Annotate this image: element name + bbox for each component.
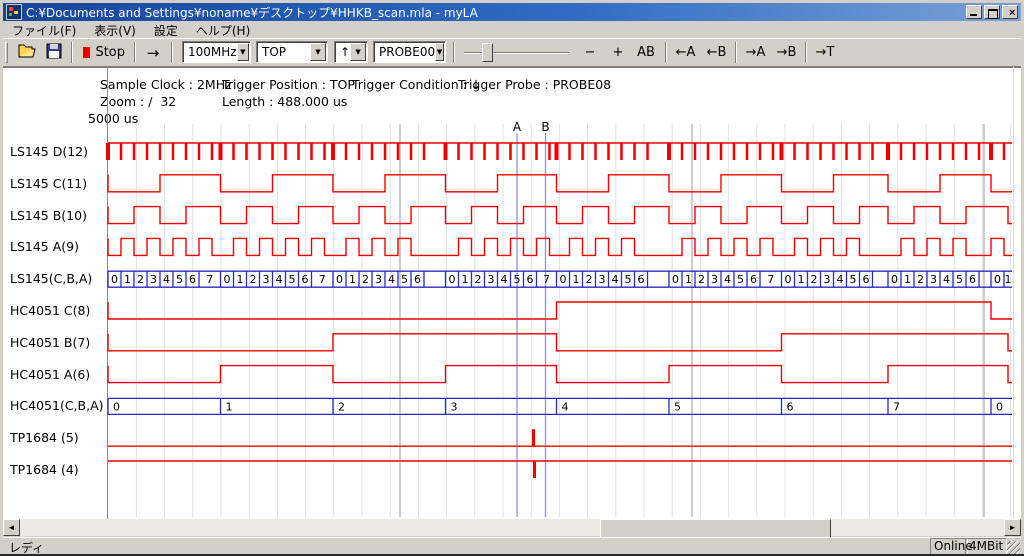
menu-view[interactable]: 表示(V) (85, 21, 145, 38)
arrow-right-icon: ► (1009, 523, 1017, 532)
close-icon: × (1009, 7, 1015, 19)
save-button[interactable] (41, 41, 67, 64)
trigger-edge-combo[interactable]: ↑ ▼ (334, 41, 368, 63)
row-label: HC4051 C(8) (10, 303, 90, 318)
app-icon (6, 4, 22, 20)
resize-grip[interactable] (1007, 541, 1020, 554)
row-label: LS145 B(10) (10, 208, 87, 223)
toolbar-grip (5, 42, 8, 63)
status-online-badge: Online (930, 538, 968, 555)
row-label: LS145 C(11) (10, 176, 87, 191)
zoom-slider-track[interactable] (464, 52, 569, 54)
goto-cursor-b-right-button[interactable]: →B (772, 41, 801, 64)
open-file-button[interactable] (15, 41, 41, 64)
scroll-left-button[interactable]: ◄ (3, 519, 20, 536)
row-label: LS145 D(12) (10, 144, 88, 159)
trigger-probe-info: Trigger Probe : PROBE08 (458, 77, 611, 92)
toolbar-separator (665, 42, 667, 63)
toolbar-separator (171, 42, 173, 63)
toolbar-separator (805, 42, 807, 63)
trigger-position-info: Trigger Position : TOP (222, 77, 355, 92)
zoom-slider-handle[interactable] (482, 43, 493, 62)
mylA-window: C:¥Documents and Settings¥noname¥デスクトップ¥… (0, 0, 1024, 556)
minimize-button[interactable] (966, 5, 982, 19)
status-memory-badge: 4MBit (965, 538, 1007, 555)
arrow-left-icon: ◄ (8, 523, 16, 532)
row-label: HC4051(C,B,A) (10, 398, 104, 413)
sample-clock-combo[interactable]: 100MHz ▼ (182, 41, 251, 63)
row-label: TP1684 (4) (10, 462, 79, 477)
row-label: HC4051 B(7) (10, 335, 90, 350)
row-label: LS145(C,B,A) (10, 271, 92, 286)
trigger-position-combo[interactable]: TOP ▼ (256, 41, 328, 63)
horizontal-scrollbar[interactable]: ◄ ► (3, 519, 1021, 536)
zoom-info: Zoom : / 32 (100, 94, 176, 109)
sample-clock-info: Sample Clock : 2MHz (100, 77, 232, 92)
menu-file[interactable]: ファイル(F) (3, 21, 85, 38)
row-label: LS145 A(9) (10, 239, 79, 254)
maximize-icon (988, 9, 998, 19)
chevron-down-icon[interactable]: ▼ (310, 43, 326, 61)
run-button[interactable]: → (140, 41, 166, 64)
trigger-probe-combo[interactable]: PROBE00 ▼ (373, 41, 446, 63)
zoom-out-button[interactable]: − (578, 41, 602, 64)
goto-cursor-b-left-button[interactable]: ←B (702, 41, 731, 64)
row-label: HC4051 A(6) (10, 367, 90, 382)
zoom-ab-button[interactable]: AB (632, 41, 660, 64)
length-info: Length : 488.000 us (222, 94, 347, 109)
zoom-in-button[interactable]: + (606, 41, 630, 64)
goto-trigger-button[interactable]: →T (811, 41, 839, 64)
window-title: C:¥Documents and Settings¥noname¥デスクトップ¥… (26, 4, 478, 21)
scroll-right-button[interactable]: ► (1004, 519, 1021, 536)
menu-settings[interactable]: 設定 (145, 21, 187, 38)
toolbar-separator (735, 42, 737, 63)
status-bar: レディ Online 4MBit (3, 537, 1021, 555)
menu-bar: ファイル(F) 表示(V) 設定 ヘルプ(H) (3, 21, 1021, 38)
toolbar-separator (134, 42, 136, 63)
scrollbar-thumb[interactable] (600, 519, 831, 538)
title-bar: C:¥Documents and Settings¥noname¥デスクトップ¥… (3, 3, 1021, 21)
run-arrow-icon: → (147, 44, 160, 62)
time-scale-label: 5000 us (88, 111, 138, 126)
stop-button[interactable]: Stop (77, 41, 131, 64)
menu-help[interactable]: ヘルプ(H) (187, 21, 259, 38)
toolbar-separator (71, 42, 73, 63)
chevron-down-icon[interactable]: ▼ (237, 43, 249, 61)
row-label: TP1684 (5) (10, 430, 79, 445)
minimize-icon (970, 14, 977, 16)
goto-cursor-a-left-button[interactable]: ←A (671, 41, 700, 64)
open-folder-icon (18, 43, 38, 59)
close-button[interactable]: × (1002, 5, 1018, 19)
stop-icon (83, 47, 90, 58)
goto-cursor-a-right-button[interactable]: →A (741, 41, 770, 64)
toolbar-separator (453, 42, 455, 63)
toolbar: Stop → 100MHz ▼ TOP ▼ ↑ ▼ PROBE00 ▼ − + … (3, 38, 1021, 67)
maximize-button[interactable] (984, 5, 1000, 19)
chevron-down-icon[interactable]: ▼ (350, 43, 366, 61)
floppy-icon (46, 43, 62, 59)
waveform-client-area[interactable] (3, 67, 1021, 520)
chevron-down-icon[interactable]: ▼ (435, 43, 444, 61)
